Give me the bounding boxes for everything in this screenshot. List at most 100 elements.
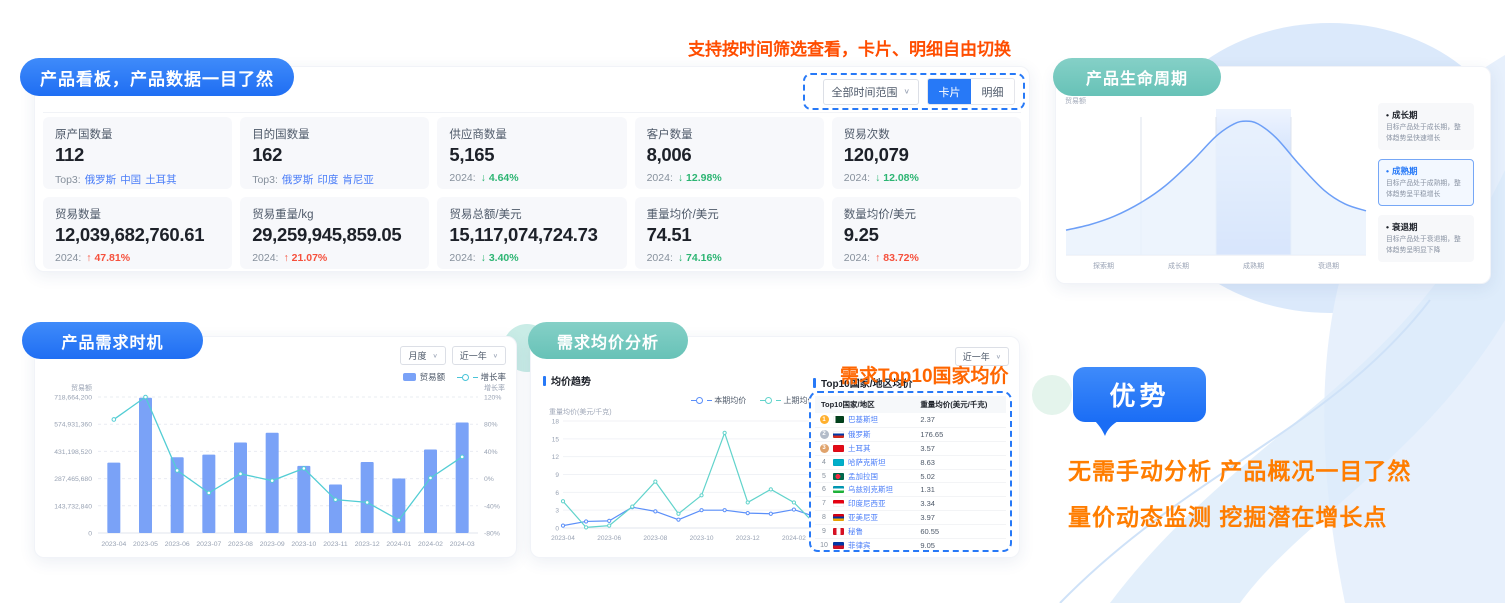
svg-text:2023-12: 2023-12 (736, 535, 760, 542)
price-value: 9.05 (914, 541, 1006, 550)
country-link[interactable]: 土耳其 (848, 443, 871, 454)
year-label: 2024: (252, 252, 278, 264)
svg-text:9: 9 (555, 472, 559, 479)
top3-country-link[interactable]: 印度 (317, 174, 338, 186)
country-link[interactable]: 印度尼西亚 (848, 498, 886, 509)
lifecycle-stage-card-成长期[interactable]: •成长期目标产品处于成长期，整体趋势呈快速增长 (1378, 103, 1474, 150)
lifecycle-stage-card-成熟期[interactable]: •成熟期目标产品处于成熟期，整体趋势呈平稳增长 (1378, 159, 1474, 206)
country-link[interactable]: 孟加拉国 (848, 471, 878, 482)
country-cell: 1巴基斯坦 (815, 414, 914, 425)
stat-value: 12,039,682,760.61 (55, 224, 220, 246)
lifecycle-stage-card-衰退期[interactable]: •衰退期目标产品处于衰退期，整体趋势呈明显下降 (1378, 215, 1474, 262)
svg-text:2023-07: 2023-07 (196, 541, 221, 548)
country-link[interactable]: 乌兹别克斯坦 (848, 484, 893, 495)
country-link[interactable]: 巴基斯坦 (848, 414, 878, 425)
stat-label: 客户数量 (647, 126, 812, 142)
stat-card: 供应商数量5,1652024:↓ 4.64% (437, 117, 626, 189)
country-flag-icon (833, 473, 844, 480)
bullet-icon: • (1386, 166, 1389, 176)
chevron-down-icon: ∨ (996, 353, 1001, 360)
stat-card: 贸易数量12,039,682,760.612024:↑ 47.81% (43, 197, 232, 269)
rank-number: 7 (818, 500, 830, 507)
price-value: 176.65 (914, 430, 1006, 439)
country-link[interactable]: 菲律宾 (848, 540, 871, 551)
rank-number: 8 (818, 514, 830, 521)
table-row[interactable]: 5孟加拉国5.02 (815, 469, 1006, 483)
svg-text:2023-08: 2023-08 (228, 541, 253, 548)
top3-country-link[interactable]: 中国 (120, 174, 141, 186)
period-select[interactable]: 月度 ∨ (400, 346, 445, 365)
svg-text:2023-05: 2023-05 (133, 541, 158, 548)
stat-card: 原产国数量112Top3:俄罗斯中国土耳其 (43, 117, 232, 189)
country-flag-icon (833, 459, 844, 466)
country-cell: 5孟加拉国 (815, 471, 914, 482)
rank-number: 6 (818, 486, 830, 493)
price-value: 1.31 (914, 485, 1006, 494)
trend-up-value: ↑ 21.07% (283, 252, 327, 264)
table-row[interactable]: 9秘鲁60.55 (815, 524, 1006, 538)
country-flag-icon (833, 486, 844, 493)
top3-country-link[interactable]: 俄罗斯 (85, 174, 117, 186)
stat-sub: Top3:俄罗斯中国土耳其 (55, 172, 220, 187)
country-link[interactable]: 俄罗斯 (848, 429, 871, 440)
chevron-down-icon: ∨ (432, 352, 437, 359)
bullet-icon: • (1386, 222, 1389, 232)
medal-rank-icon: 2 (820, 430, 829, 439)
stat-value: 112 (55, 144, 220, 166)
stat-card: 贸易总额/美元15,117,074,724.732024:↓ 3.40% (437, 197, 626, 269)
stage-card-desc: 目标产品处于衰退期，整体趋势呈明显下降 (1386, 235, 1466, 256)
stat-value: 15,117,074,724.73 (449, 224, 614, 246)
stat-value: 29,259,945,859.05 (252, 224, 417, 246)
svg-text:2023-10: 2023-10 (690, 535, 714, 542)
table-row[interactable]: 8亚美尼亚3.97 (815, 510, 1006, 524)
country-link[interactable]: 哈萨克斯坦 (848, 457, 886, 468)
bar-legend-icon (403, 373, 416, 381)
table-row[interactable]: 7印度尼西亚3.34 (815, 496, 1006, 510)
price-value: 3.57 (914, 444, 1006, 453)
lifecycle-panel: 贸易额 探索期成长期成熟期衰退期 •成长期目标产品处于成长期，整体趋势呈快速增长… (1055, 66, 1491, 284)
table-row[interactable]: 6 乌兹别克斯坦 1.31 (815, 482, 1006, 496)
stat-label: 贸易总额/美元 (449, 206, 614, 222)
top10-table: Top10国家/地区 重量均价(美元/千克) 1巴基斯坦2.372俄罗斯176.… (809, 391, 1012, 552)
trend-up-value: ↑ 47.81% (86, 252, 130, 264)
chevron-down-icon: ∨ (904, 87, 910, 96)
stat-sub: Top3:俄罗斯印度肯尼亚 (252, 172, 417, 187)
medal-rank-icon: 3 (820, 444, 829, 453)
stat-sub: 2024:↑ 47.81% (55, 252, 220, 264)
lifecycle-title-pill: 产品生命周期 (1053, 58, 1221, 96)
top3-country-link[interactable]: 土耳其 (145, 174, 177, 186)
legend-growth-rate: 增长率 (457, 371, 506, 383)
stat-value: 120,079 (844, 144, 1009, 166)
advantage-line-2: 量价动态监测 挖掘潜在增长点 (1068, 498, 1387, 532)
table-body: 1巴基斯坦2.372俄罗斯176.653土耳其3.574哈萨克斯坦8.635孟加… (815, 413, 1006, 552)
top10-annotation: 需求Top10国家均价 (840, 361, 1009, 388)
table-row[interactable]: 1巴基斯坦2.37 (815, 413, 1006, 427)
stage-card-desc: 目标产品处于成熟期，整体趋势呈平稳增长 (1386, 179, 1466, 200)
stat-label: 数量均价/美元 (844, 206, 1009, 222)
top3-country-link[interactable]: 俄罗斯 (282, 174, 314, 186)
card-view-button[interactable]: 卡片 (928, 79, 971, 104)
time-range-select[interactable]: 全部时间范围 ∨ (823, 79, 919, 105)
country-link[interactable]: 秘鲁 (848, 526, 863, 537)
demand-timing-chart: 贸易额增长率718,664,200120%574,931,36080%431,1… (40, 383, 512, 555)
top3-country-link[interactable]: 肯尼亚 (342, 174, 374, 186)
stat-value: 74.51 (647, 224, 812, 246)
price-value: 60.55 (914, 527, 1006, 536)
table-row[interactable]: 3 土耳其 3.57 (815, 441, 1006, 455)
svg-text:40%: 40% (484, 449, 498, 456)
detail-view-button[interactable]: 明细 (971, 79, 1014, 104)
table-row[interactable]: 4 哈萨克斯坦 8.63 (815, 455, 1006, 469)
demand-timing-title-pill: 产品需求时机 (22, 322, 203, 359)
advantage-line-1: 无需手动分析 产品概况一目了然 (1068, 452, 1411, 486)
time-range-value: 全部时间范围 (832, 84, 898, 100)
price-value: 8.63 (914, 458, 1006, 467)
stage-card-title: •衰退期 (1386, 221, 1466, 233)
rank-number: 4 (818, 459, 830, 466)
table-row[interactable]: 10菲律宾9.05 (815, 538, 1006, 552)
country-link[interactable]: 亚美尼亚 (848, 512, 878, 523)
country-cell: 10菲律宾 (815, 540, 914, 551)
svg-text:18: 18 (552, 419, 560, 426)
table-row[interactable]: 2 俄罗斯 176.65 (815, 427, 1006, 441)
range-select[interactable]: 近一年 ∨ (452, 346, 506, 365)
svg-text:2023-09: 2023-09 (260, 541, 285, 548)
